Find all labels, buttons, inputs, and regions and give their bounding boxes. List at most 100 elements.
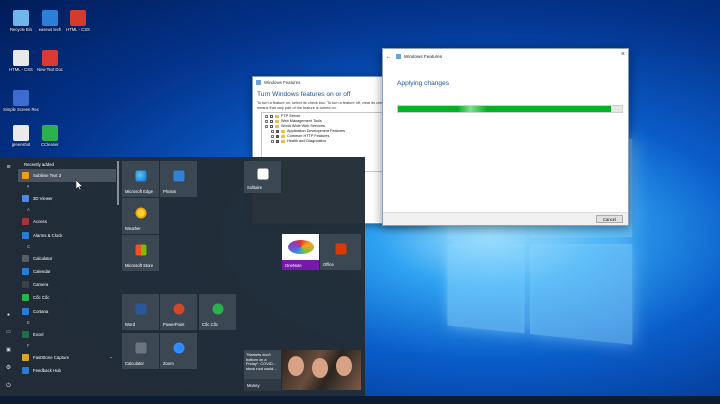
desktop-app-icon [13,10,29,26]
app-icon [22,367,29,375]
desktop-app-icon [13,125,29,141]
tile-office[interactable]: Office [320,234,361,270]
feature-checkbox[interactable] [270,120,273,124]
app-label: Calculator [33,255,53,261]
expand-icon[interactable] [265,124,268,128]
folder-icon [275,120,279,124]
tile-label: Word [125,322,135,327]
app-icon [22,231,29,239]
desktop-icon[interactable]: HTML - CSS [60,10,96,32]
tile-zoom[interactable]: Zoom [160,333,197,369]
app-icon [22,353,29,361]
expand-icon[interactable] [271,139,274,143]
tile-label: Microsoft Edge [125,189,153,194]
documents-icon[interactable]: ▭ [5,329,12,336]
expand-icon[interactable] [265,120,268,124]
word-icon [135,303,146,315]
feature-checkbox[interactable] [270,115,273,119]
app-icon [22,254,29,262]
tile-microsoft-edge[interactable]: Microsoft Edge [122,161,159,197]
app-icon [22,307,29,315]
desktop-app-icon [13,50,29,66]
photo-face [312,358,328,378]
app-list-item[interactable]: FastStone Capture ⌄ [18,351,116,364]
cancel-button[interactable]: Cancel [596,215,623,223]
desktop-app-icon [42,125,58,141]
desktop-app-icon [42,10,58,26]
office-icon [335,243,346,255]
tile-microsoft-store[interactable]: Microsoft Store [122,235,159,271]
tile-onenote[interactable]: OneNote [282,234,319,270]
app-list-item[interactable]: Excel [18,328,116,341]
desktop-app-icon [70,10,86,26]
settings-icon[interactable]: ⚙ [5,365,12,372]
tile-calculator[interactable]: Calculator [122,333,159,369]
app-list-letter[interactable]: # [18,182,116,192]
desktop-icon[interactable]: New Text Doc [32,50,68,72]
app-label: Cortana [33,308,49,314]
app-list-item[interactable]: Alarms & Clock [18,229,116,242]
feature-checkbox[interactable] [276,134,279,138]
zoom-icon [173,342,184,354]
tile-label: Photos [163,189,177,194]
tile-solitaire[interactable]: Solitaire [244,161,281,193]
app-icon [22,281,29,289]
app-list-item[interactable]: Sublime Text 3 [18,169,116,183]
expand-icon[interactable] [271,129,274,133]
tile-label: Money [247,383,260,388]
features-icon [256,80,261,85]
weather-icon [135,207,146,219]
app-list-letter[interactable]: F [18,341,116,351]
tile-label: Solitaire [247,185,263,190]
chevron-down-icon[interactable]: ⌄ [109,354,113,360]
recently-added-header: Recently added [24,162,54,167]
dialog-titlebar[interactable]: ← Windows Features [383,49,628,64]
app-list-item[interactable]: Cortana [18,305,116,318]
scrollbar[interactable] [117,161,119,205]
desktop-icon-label: CCleaner [41,142,59,147]
mouse-cursor-icon [76,180,83,190]
start-rail: ≡ ● ▭ ▣ ⚙ ⏻ [0,157,17,396]
app-list-letter[interactable]: E [18,318,116,328]
tile-word[interactable]: Word [122,294,159,330]
app-list-letter[interactable]: A [18,205,116,215]
tile-coccoc[interactable]: Cốc Cốc [199,294,236,330]
tile-photos-live[interactable] [282,350,361,390]
tile-powerpoint[interactable]: PowerPoint [160,294,197,330]
tile-label: Calculator [125,361,144,366]
photos-icon [173,170,184,182]
feature-checkbox[interactable] [276,139,279,143]
tile-money[interactable]: Money [244,379,281,391]
desktop-app-icon [13,90,29,106]
expand-icon[interactable] [271,134,274,138]
app-list-item[interactable]: Cốc Cốc [18,291,116,304]
expand-icon[interactable] [265,115,268,119]
user-icon[interactable]: ● [5,312,12,319]
app-icon [22,294,29,302]
app-list-item[interactable]: 3D Viewer [18,192,116,205]
tile-label: OneNote [282,260,319,270]
app-list-item[interactable]: Camera [18,278,116,291]
pictures-icon[interactable]: ▣ [5,347,12,354]
app-list-item[interactable]: Access [18,215,116,228]
tile-weather[interactable]: Weather [122,198,159,234]
app-list-item[interactable]: Calendar [18,265,116,278]
progress-bar [397,105,623,113]
hamburger-icon[interactable]: ≡ [5,164,12,171]
desktop-icon[interactable]: CCleaner [32,125,68,147]
back-arrow-icon[interactable]: ← [386,54,396,60]
taskbar-edge [0,396,720,404]
tile-photos[interactable]: Photos [160,161,197,197]
tile-label: Cốc Cốc [202,322,219,327]
app-icon [22,330,29,338]
desktop-icon[interactable]: Simple Screen Rec [3,90,39,112]
app-list-item[interactable]: Feedback Hub [18,364,116,377]
app-list-item[interactable]: Calculator [18,252,116,265]
applying-changes-dialog: ← Windows Features × Applying changes Ca… [382,48,629,226]
app-label: Access [33,219,47,225]
app-list-letter[interactable]: C [18,242,116,252]
close-icon[interactable]: × [621,51,625,58]
feature-checkbox[interactable] [270,124,273,128]
feature-checkbox[interactable] [276,129,279,133]
power-icon[interactable]: ⏻ [5,383,12,390]
